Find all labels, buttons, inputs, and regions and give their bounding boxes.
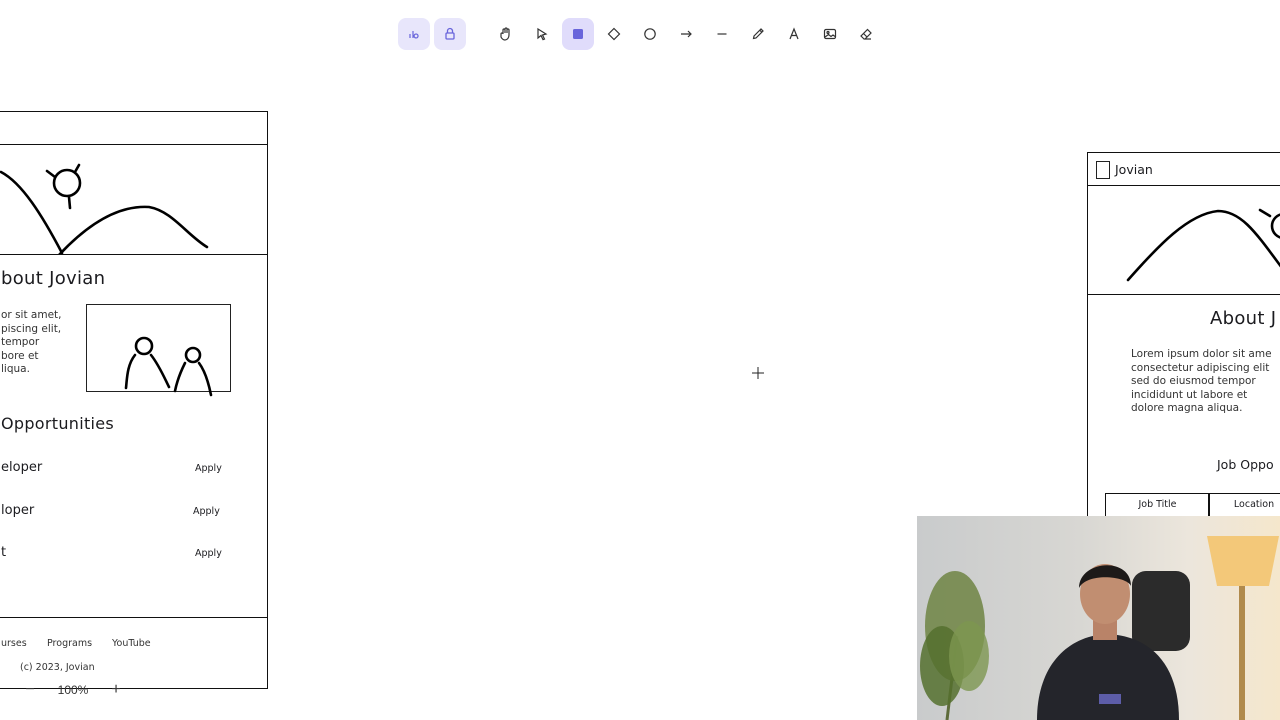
line-icon[interactable] — [706, 18, 738, 50]
webcam-overlay — [917, 516, 1280, 720]
plant-icon — [920, 571, 989, 720]
logo-placeholder — [1096, 161, 1110, 179]
presenter-video — [920, 536, 1279, 720]
hero-sketch — [0, 163, 209, 255]
copyright-text: (c) 2023, Jovian — [20, 662, 95, 673]
lock-icon[interactable] — [434, 18, 466, 50]
diamond-icon[interactable] — [598, 18, 630, 50]
brand-name: Jovian — [1115, 162, 1153, 177]
footer-divider — [0, 617, 267, 618]
hero-divider — [1088, 294, 1280, 295]
crosshair-cursor-icon — [752, 367, 764, 379]
selection-pointer-icon[interactable] — [526, 18, 558, 50]
arrow-icon[interactable] — [670, 18, 702, 50]
rectangle-icon[interactable] — [562, 18, 594, 50]
image-icon[interactable] — [814, 18, 846, 50]
zoom-in-button[interactable]: + — [98, 681, 134, 699]
zoom-out-button[interactable]: − — [12, 681, 48, 699]
text-icon[interactable] — [778, 18, 810, 50]
about-paragraph: or sit amet, piscing elit, tempor bore e… — [1, 309, 62, 376]
hand-icon[interactable] — [490, 18, 522, 50]
about-heading: bout Jovian — [1, 268, 106, 289]
eraser-icon[interactable] — [850, 18, 882, 50]
hero-sketch — [1126, 208, 1280, 282]
footer-link[interactable]: YouTube — [112, 638, 151, 649]
apply-link[interactable]: Apply — [195, 463, 222, 474]
hero-divider — [0, 254, 267, 255]
team-image-placeholder — [86, 304, 231, 397]
about-heading: About J — [1210, 308, 1277, 329]
ellipse-icon[interactable] — [634, 18, 666, 50]
job-title: loper — [1, 503, 35, 518]
pencil-icon[interactable] — [742, 18, 774, 50]
footer-link[interactable]: Programs — [47, 638, 92, 649]
job-title: t — [1, 545, 7, 560]
footer-link[interactable]: urses — [1, 638, 27, 649]
opportunities-heading: Opportunities — [1, 414, 115, 433]
wireframe-frame-left[interactable]: bout Jovian or sit amet, piscing elit, t… — [0, 111, 268, 689]
zoom-controls: − 100% + — [12, 676, 134, 704]
apply-link[interactable]: Apply — [195, 548, 222, 559]
drawing-toolbar — [398, 16, 882, 52]
job-title: eloper — [1, 460, 43, 475]
shapes-lock-icon[interactable] — [398, 18, 430, 50]
wireframe-frame-right[interactable]: Jovian About J Lorem ipsum dolor sit ame… — [1087, 152, 1280, 554]
opportunities-heading: Job Oppo — [1217, 457, 1274, 472]
lamp-icon — [1207, 536, 1279, 720]
zoom-level[interactable]: 100% — [48, 683, 98, 697]
about-paragraph: Lorem ipsum dolor sit ame consectetur ad… — [1131, 348, 1272, 415]
apply-link[interactable]: Apply — [193, 506, 220, 517]
